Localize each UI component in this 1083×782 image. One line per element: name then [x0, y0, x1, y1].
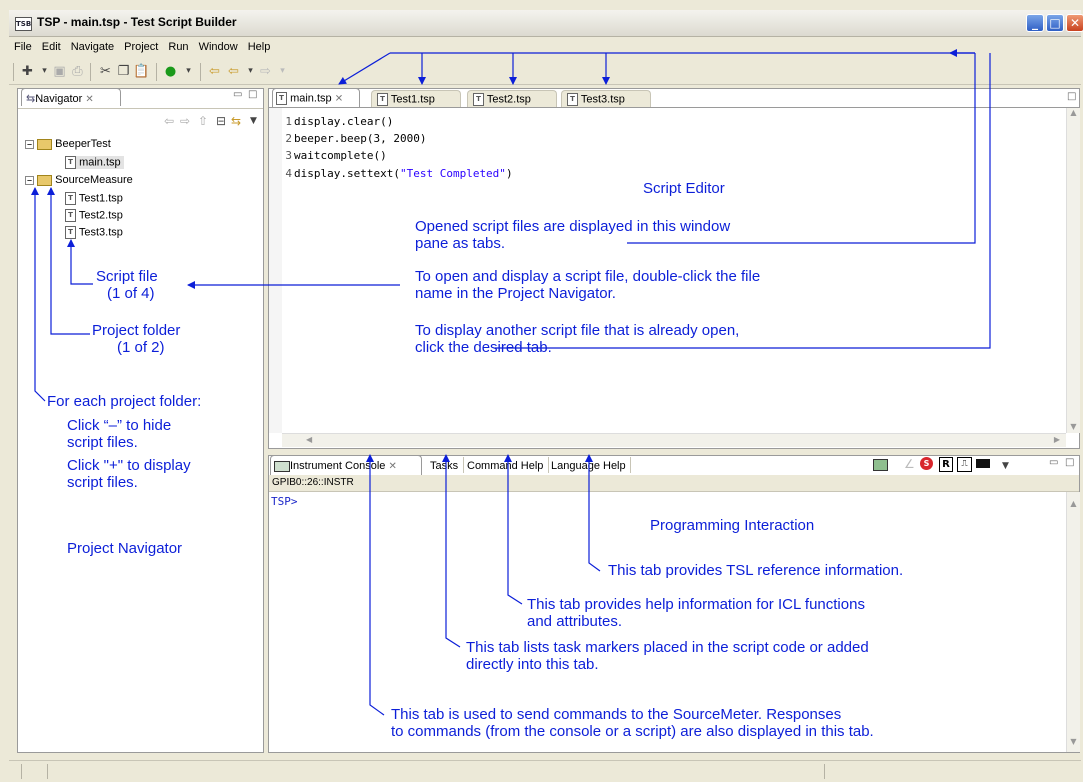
annotation-script-editor: Script Editor — [643, 180, 725, 197]
arrow-expander — [31, 187, 46, 402]
annotation-open-2: name in the Project Navigator. — [415, 285, 616, 302]
annotation-script-file-1: Script file — [96, 268, 158, 285]
annotation-another-1: To display another script file that is a… — [415, 322, 740, 339]
annotation-click-minus-2: script files. — [67, 434, 138, 451]
arrow-instrument-console — [366, 454, 385, 716]
annotation-click-plus-2: script files. — [67, 474, 138, 491]
annotation-project-folder-1: Project folder — [92, 322, 181, 339]
arrow-command-help — [504, 454, 523, 605]
annotation-console-2: to commands (from the console or a scrip… — [391, 723, 874, 740]
annotation-opened-1: Opened script files are displayed in thi… — [415, 218, 731, 235]
annotation-icl-1: This tab provides help information for I… — [527, 596, 865, 613]
annotation-script-file-2: (1 of 4) — [107, 285, 155, 302]
annotation-project-folder-2: (1 of 2) — [117, 339, 165, 356]
annotation-project-navigator: Project Navigator — [67, 540, 183, 557]
arrow-script-file — [67, 239, 93, 285]
arrow-from-opened-text — [627, 53, 976, 244]
annotation-icl-2: and attributes. — [527, 613, 623, 630]
annotation-tasks-1: This tab lists task markers placed in th… — [466, 639, 869, 656]
annotation-for-each: For each project folder: — [47, 393, 202, 410]
annotation-another-2: click the desired tab. — [415, 339, 552, 356]
annotation-tsl: This tab provides TSL reference informat… — [608, 562, 904, 579]
annotation-opened-2: pane as tabs. — [415, 235, 506, 252]
annotation-click-minus-1: Click “–” to hide — [67, 417, 172, 434]
arrow-tasks — [442, 454, 461, 648]
annotation-open-1: To open and display a script file, doubl… — [415, 268, 761, 285]
annotation-tasks-2: directly into this tab. — [466, 656, 599, 673]
annotation-click-plus-1: Click "+" to display — [67, 457, 191, 474]
arrow-language-help — [585, 454, 601, 572]
annotation-programming-interaction: Programming Interaction — [650, 517, 815, 534]
arrow-to-main-tab — [338, 52, 391, 85]
arrow-from-another-text — [495, 53, 991, 349]
annotation-console-1: This tab is used to send commands to the… — [391, 706, 842, 723]
